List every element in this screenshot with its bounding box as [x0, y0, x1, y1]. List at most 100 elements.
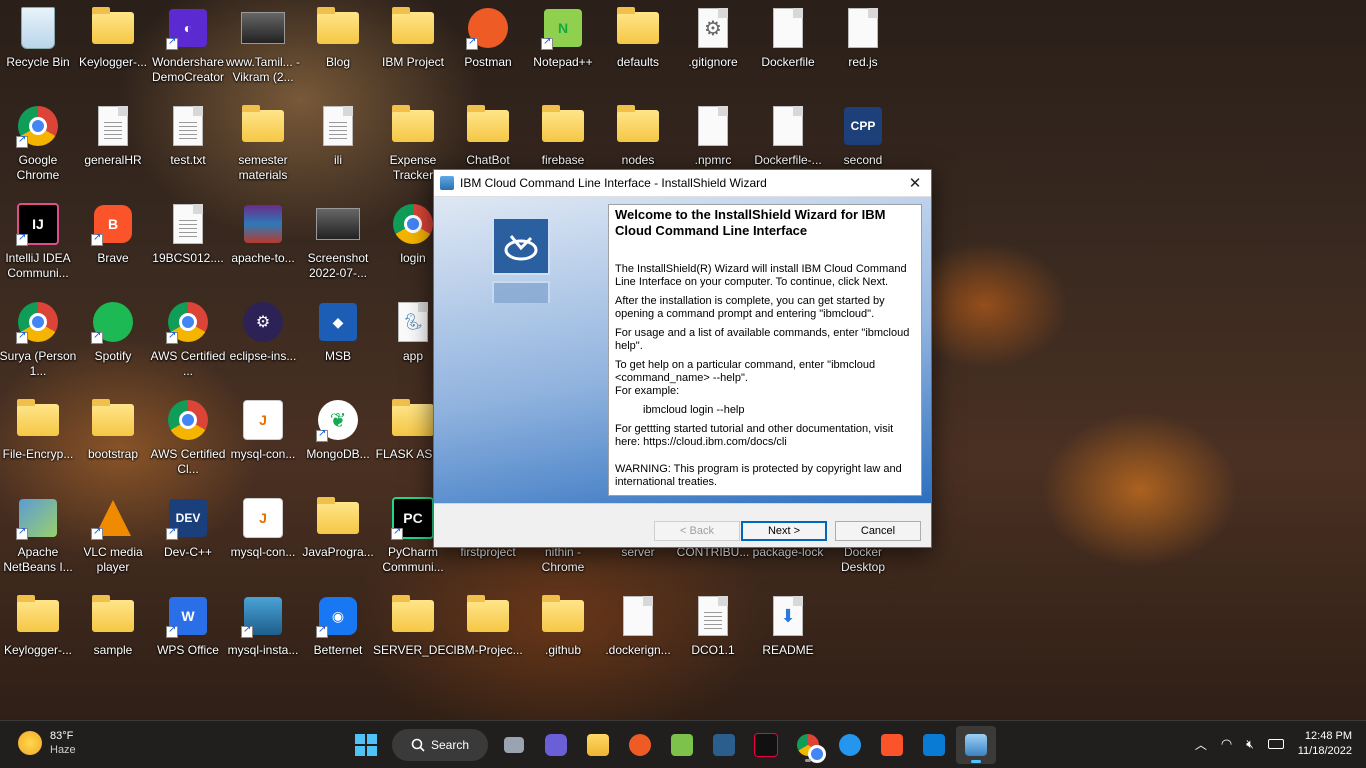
desktop-icon[interactable]: ⬇ README	[750, 594, 826, 658]
notepadpp-taskbar-button[interactable]	[662, 726, 702, 764]
shortcut-arrow-icon	[91, 330, 103, 344]
taskbar-search[interactable]: Search	[392, 729, 488, 761]
desktop-icon[interactable]: Screenshot 2022-07-...	[300, 202, 376, 281]
desktop-icon[interactable]: DEV Dev-C++	[150, 496, 226, 560]
notepadpp-icon	[671, 734, 693, 756]
desktop-icon-label: AWS Certified Cl...	[150, 447, 226, 476]
desktop-icon[interactable]: ◐ Wondershare DemoCreator	[150, 6, 226, 85]
desktop-icon-label: generalHR	[84, 153, 142, 167]
mysql-workbench-taskbar-button[interactable]	[704, 726, 744, 764]
chrome-taskbar-button[interactable]	[788, 726, 828, 764]
docker-icon	[839, 734, 861, 756]
desktop-icon[interactable]: Dockerfile	[750, 6, 826, 70]
postman-taskbar-button[interactable]	[620, 726, 660, 764]
folder-icon	[391, 6, 435, 50]
desktop-icon[interactable]: Jmysql-con...	[225, 398, 301, 462]
weather-widget[interactable]: 83°F Haze	[18, 729, 76, 757]
file-explorer-button[interactable]	[578, 726, 618, 764]
desktop-icon-label: AWS Certified ...	[150, 349, 226, 378]
intellij-taskbar-button[interactable]	[746, 726, 786, 764]
desktop-icon[interactable]: CPP second	[825, 104, 901, 168]
vscode-taskbar-button[interactable]	[914, 726, 954, 764]
clock[interactable]: 12:48 PM 11/18/2022	[1298, 729, 1352, 759]
desktop-icon[interactable]: defaults	[600, 6, 676, 70]
close-icon[interactable]: ✕	[899, 170, 931, 196]
teams-chat-button[interactable]	[536, 726, 576, 764]
brave-taskbar-button[interactable]	[872, 726, 912, 764]
desktop-icon[interactable]: AWS Certified Cl...	[150, 398, 226, 477]
system-tray: ︿ ◠ 🔇︎ 12:48 PM 11/18/2022	[1195, 729, 1352, 759]
desktop-icon[interactable]: Apache NetBeans I...	[0, 496, 76, 575]
next-button[interactable]: Next >	[741, 521, 827, 541]
desktop-icon[interactable]: Dockerfile-...	[750, 104, 826, 168]
battery-icon[interactable]	[1267, 739, 1284, 749]
desktop-icon[interactable]: B Brave	[75, 202, 151, 266]
desktop-icon[interactable]: DCO1.1	[675, 594, 751, 658]
folder-icon	[241, 104, 285, 148]
back-button[interactable]: < Back	[654, 521, 740, 541]
volume-muted-icon[interactable]: 🔇︎	[1246, 737, 1254, 752]
dialog-titlebar[interactable]: IBM Cloud Command Line Interface - Insta…	[434, 170, 931, 197]
desktop-icon[interactable]: IBM Project	[375, 6, 451, 70]
desktop-icon[interactable]: sample	[75, 594, 151, 658]
desktop-icon[interactable]: AWS Certified ...	[150, 300, 226, 379]
desktop-icon[interactable]: www.Tamil... - Vikram (2...	[225, 6, 301, 85]
desktop-icon[interactable]: Recycle Bin	[0, 6, 76, 70]
desktop-icon[interactable]: mysql-insta...	[225, 594, 301, 658]
desktop-icon[interactable]: nodes	[600, 104, 676, 168]
desktop-icon[interactable]: ⚙ .gitignore	[675, 6, 751, 70]
shortcut-arrow-icon	[316, 428, 328, 442]
desktop-icon-label: .gitignore	[688, 55, 738, 69]
desktop-icon[interactable]: IJ IntelliJ IDEA Communi...	[0, 202, 76, 281]
desktop-icon[interactable]: W WPS Office	[150, 594, 226, 658]
desktop-icon[interactable]: SERVER_DEC	[373, 594, 453, 658]
start-button[interactable]	[346, 726, 386, 764]
desktop-icon[interactable]: N Notepad++	[525, 6, 601, 70]
desktop-icon[interactable]: Keylogger-...	[0, 594, 76, 658]
desktop-icon-label: Dockerfile-...	[754, 153, 822, 167]
chevron-up-icon[interactable]: ︿	[1195, 736, 1207, 753]
desktop-icon[interactable]: ili	[300, 104, 376, 168]
folder-icon	[91, 398, 135, 442]
gear-icon: ⚙	[691, 6, 735, 50]
desktop-icon[interactable]: bootstrap	[75, 398, 151, 462]
desktop-icon[interactable]: .npmrc	[675, 104, 751, 168]
desktop-icon[interactable]: Keylogger-...	[75, 6, 151, 70]
welcome-panel: Welcome to the InstallShield Wizard for …	[608, 204, 922, 496]
desktop-icon[interactable]: generalHR	[75, 104, 151, 168]
wifi-icon[interactable]: ◠	[1221, 736, 1232, 752]
desktop-icon[interactable]: .dockerign...	[600, 594, 676, 658]
desktop-icon-label: Apache NetBeans I...	[3, 545, 73, 574]
docker-taskbar-button[interactable]	[830, 726, 870, 764]
installer-taskbar-button[interactable]	[956, 726, 996, 764]
desktop-icon[interactable]: File-Encryp...	[0, 398, 76, 462]
desktop-icon-label: red.js	[848, 55, 878, 69]
desktop-icon-label: ChatBot	[466, 153, 510, 167]
filelines-icon	[166, 104, 210, 148]
folder-icon	[316, 6, 360, 50]
desktop-icon[interactable]: .github	[525, 594, 601, 658]
desktop-icon[interactable]: Postman	[450, 6, 526, 70]
desktop-icon[interactable]: IBM-Projec...	[450, 594, 526, 658]
desktop-icon[interactable]: ◆ MSB	[300, 300, 376, 364]
desktop-icon[interactable]: ◉ Betternet	[300, 594, 376, 658]
desktop-icon[interactable]: semester materials	[225, 104, 301, 183]
desktop-icon[interactable]: Surya (Person 1...	[0, 300, 76, 379]
desktop-icon[interactable]: ❦ MongoDB...	[300, 398, 376, 462]
cancel-button[interactable]: Cancel	[835, 521, 921, 541]
desktop-icon[interactable]: VLC media player	[75, 496, 151, 575]
desktop-icon[interactable]: firebase	[525, 104, 601, 168]
desktop-icon[interactable]: ⚙ eclipse-ins...	[225, 300, 301, 364]
desktop-icon[interactable]: Spotify	[75, 300, 151, 364]
desktop-icon[interactable]: Blog	[300, 6, 376, 70]
desktop-icon[interactable]: Jmysql-con...	[225, 496, 301, 560]
desktop-icon[interactable]: test.txt	[150, 104, 226, 168]
desktop-icon[interactable]: apache-to...	[225, 202, 301, 266]
desktop-icon[interactable]: Google Chrome	[0, 104, 76, 183]
task-view-button[interactable]	[494, 726, 534, 764]
desktop-icon[interactable]: red.js	[825, 6, 901, 70]
desktop-icon-label: Notepad++	[533, 55, 593, 69]
desktop-icon[interactable]: 19BCS012....	[150, 202, 226, 266]
desktop-icon[interactable]: ChatBot	[450, 104, 526, 168]
desktop-icon[interactable]: JavaProgra...	[300, 496, 376, 560]
